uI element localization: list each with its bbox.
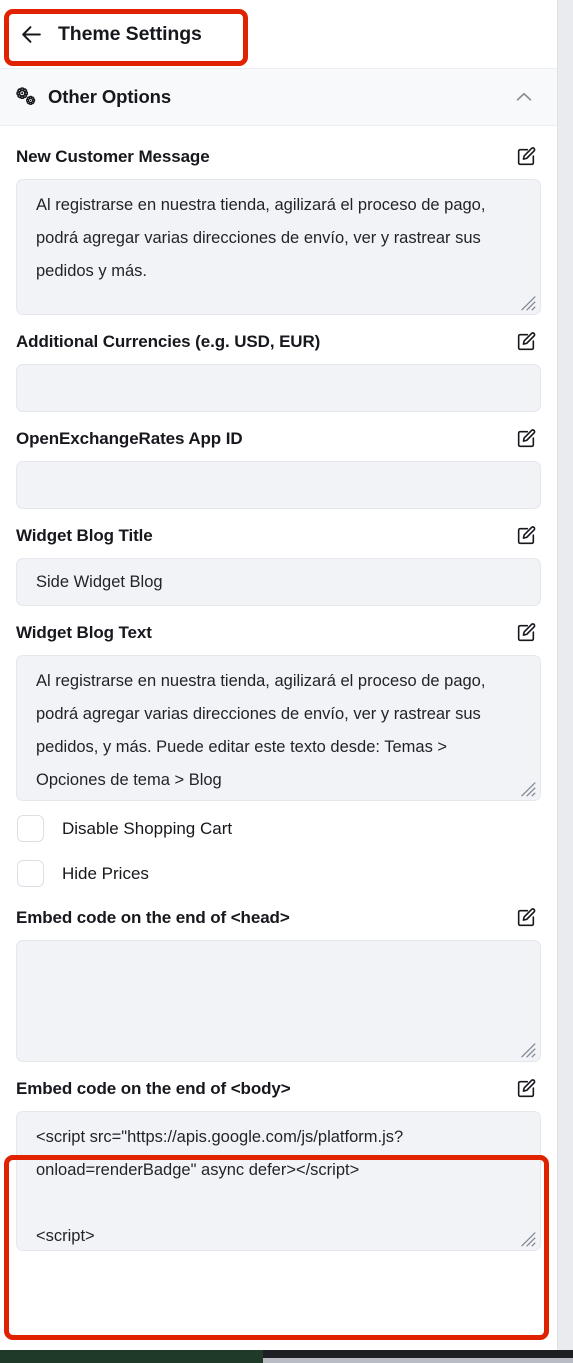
field-label: OpenExchangeRates App ID xyxy=(16,429,243,448)
edit-pencil-icon[interactable] xyxy=(513,329,539,355)
widget-blog-title-input[interactable]: Side Widget Blog xyxy=(16,558,541,606)
checkbox-label: Disable Shopping Cart xyxy=(62,818,233,838)
screen: Theme Settings Other Options New Custome… xyxy=(0,0,573,1363)
desktop-dock-strip xyxy=(0,1350,573,1363)
field-embed-code-body: Embed code on the end of <body> <script … xyxy=(16,1076,541,1251)
textarea-value: Al registrarse en nuestra tienda, agiliz… xyxy=(36,196,491,280)
textarea-value: Al registrarse en nuestra tienda, agiliz… xyxy=(36,672,491,789)
additional-currencies-input[interactable] xyxy=(16,364,541,412)
section-header-other-options[interactable]: Other Options xyxy=(0,69,557,126)
embed-code-head-textarea[interactable] xyxy=(16,940,541,1062)
widget-blog-text-textarea[interactable]: Al registrarse en nuestra tienda, agiliz… xyxy=(16,655,541,801)
field-additional-currencies: Additional Currencies (e.g. USD, EUR) xyxy=(16,329,541,412)
dock-left-segment xyxy=(0,1350,263,1363)
field-label: Widget Blog Title xyxy=(16,526,153,545)
field-header: Embed code on the end of <body> xyxy=(16,1076,541,1102)
settings-form: New Customer Message Al registrarse en n… xyxy=(0,126,557,1251)
textarea-value: <script src="https://apis.google.com/js/… xyxy=(36,1128,404,1245)
edit-pencil-icon[interactable] xyxy=(513,426,539,452)
textarea-value xyxy=(17,941,540,959)
field-header: OpenExchangeRates App ID xyxy=(16,426,541,452)
input-value: Side Widget Blog xyxy=(36,573,163,591)
theme-settings-panel: Theme Settings Other Options New Custome… xyxy=(0,0,558,1350)
checkbox-row-hide-prices[interactable]: Hide Prices xyxy=(16,860,541,887)
checkbox-disable-shopping-cart[interactable] xyxy=(17,815,44,842)
resize-grip-icon xyxy=(521,1043,536,1058)
checkbox-hide-prices[interactable] xyxy=(17,860,44,887)
field-openexchangerates-app-id: OpenExchangeRates App ID xyxy=(16,426,541,509)
checkbox-row-disable-shopping-cart[interactable]: Disable Shopping Cart xyxy=(16,815,541,842)
field-label: Widget Blog Text xyxy=(16,623,152,642)
chevron-up-icon[interactable] xyxy=(509,82,539,112)
field-header: Additional Currencies (e.g. USD, EUR) xyxy=(16,329,541,355)
edit-pencil-icon[interactable] xyxy=(513,905,539,931)
field-label: Additional Currencies (e.g. USD, EUR) xyxy=(16,332,321,351)
input-value xyxy=(17,462,540,480)
field-label: Embed code on the end of <head> xyxy=(16,908,290,927)
arrow-left-icon[interactable] xyxy=(18,21,44,47)
dock-right-segment xyxy=(263,1358,573,1363)
field-header: Widget Blog Title xyxy=(16,523,541,549)
page-title: Theme Settings xyxy=(58,22,202,45)
field-widget-blog-title: Widget Blog Title Side Widget Blog xyxy=(16,523,541,606)
embed-code-body-textarea[interactable]: <script src="https://apis.google.com/js/… xyxy=(16,1111,541,1251)
field-label: New Customer Message xyxy=(16,147,210,166)
field-header: Embed code on the end of <head> xyxy=(16,905,541,931)
edit-pencil-icon[interactable] xyxy=(513,620,539,646)
edit-pencil-icon[interactable] xyxy=(513,523,539,549)
checkbox-label: Hide Prices xyxy=(62,863,149,883)
input-value xyxy=(17,365,540,383)
field-new-customer-message: New Customer Message Al registrarse en n… xyxy=(16,144,541,315)
section-title: Other Options xyxy=(48,86,172,107)
field-label: Embed code on the end of <body> xyxy=(16,1079,291,1098)
field-header: New Customer Message xyxy=(16,144,541,170)
openexchangerates-app-id-input[interactable] xyxy=(16,461,541,509)
new-customer-message-textarea[interactable]: Al registrarse en nuestra tienda, agiliz… xyxy=(16,179,541,315)
edit-pencil-icon[interactable] xyxy=(513,144,539,170)
field-widget-blog-text: Widget Blog Text Al registrarse en nuest… xyxy=(16,620,541,801)
edit-pencil-icon[interactable] xyxy=(513,1076,539,1102)
gears-icon xyxy=(14,85,48,109)
field-header: Widget Blog Text xyxy=(16,620,541,646)
field-embed-code-head: Embed code on the end of <head> xyxy=(16,905,541,1062)
panel-header: Theme Settings xyxy=(0,0,557,69)
